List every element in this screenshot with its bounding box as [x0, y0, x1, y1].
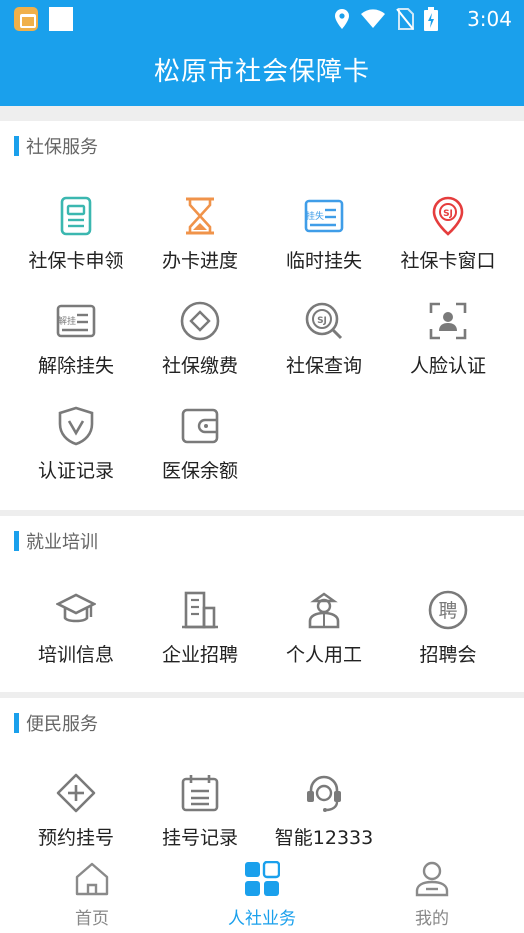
- service-card-window[interactable]: SJ 社保卡窗口: [386, 196, 510, 296]
- hourglass-icon: [186, 197, 214, 235]
- service-personal-hiring[interactable]: 个人用工: [262, 590, 386, 690]
- section-title: 就业培训: [26, 532, 98, 553]
- service-medical-balance[interactable]: 医保余额: [138, 406, 262, 506]
- tab-label: 首页: [75, 909, 109, 929]
- plus-diamond-icon: [56, 773, 96, 813]
- recruit-glyph: 聘: [438, 600, 457, 622]
- service-label: 社保卡窗口: [400, 250, 496, 272]
- service-label: 医保余额: [161, 460, 238, 482]
- service-card-apply[interactable]: 社保卡申领: [14, 196, 138, 296]
- service-label: 挂号记录: [161, 827, 238, 849]
- service-label: 解除挂失: [37, 355, 114, 377]
- wallet-icon: [181, 408, 219, 444]
- calendar-record-icon: [181, 775, 219, 812]
- section-header: 便民服务: [14, 712, 98, 735]
- service-label: 社保缴费: [161, 355, 238, 377]
- service-temp-loss[interactable]: 挂失 临时挂失: [262, 196, 386, 296]
- headset-service-icon: [307, 775, 341, 812]
- system-icons: [334, 6, 438, 32]
- section-convenience: 便民服务 预约挂号 挂号记录 智能12333: [0, 698, 524, 851]
- service-label: 个人用工: [285, 644, 362, 666]
- service-label: 社保查询: [285, 355, 362, 377]
- section-header-accent: [14, 531, 19, 551]
- search-icon: SJ: [305, 302, 343, 340]
- service-label: 预约挂号: [37, 827, 114, 849]
- service-label: 培训信息: [37, 644, 114, 666]
- card-apply-icon: [60, 196, 92, 236]
- section-header-accent: [14, 136, 19, 156]
- service-card-progress[interactable]: 办卡进度: [138, 196, 262, 296]
- service-label: 人脸认证: [409, 355, 486, 377]
- service-company-recruit[interactable]: 企业招聘: [138, 590, 262, 690]
- service-label: 企业招聘: [161, 644, 238, 666]
- face-scan-icon: [429, 302, 467, 340]
- section-social-security: 社保服务 社保卡申领 办卡进度 挂失 临时挂失 SJ 社保卡窗口 解挂 解除挂失…: [0, 121, 524, 510]
- pin-glyph: SJ: [443, 209, 453, 219]
- service-release-loss[interactable]: 解挂 解除挂失: [14, 301, 138, 401]
- tab-label: 我的: [415, 909, 449, 929]
- service-label: 办卡进度: [161, 250, 238, 272]
- worker-icon: [308, 592, 340, 629]
- status-time: 3:04: [467, 7, 512, 31]
- section-header: 就业培训: [14, 530, 98, 553]
- bottom-tab-bar: 首页 人社业务 我的: [0, 851, 524, 933]
- payment-diamond-icon: [180, 301, 220, 341]
- service-query[interactable]: SJ 社保查询: [262, 301, 386, 401]
- grid-apps-icon: [245, 861, 280, 896]
- service-label: 认证记录: [37, 460, 114, 482]
- tab-label: 人社业务: [228, 909, 296, 929]
- service-job-fair[interactable]: 聘 招聘会: [386, 590, 510, 690]
- card-glyph: 挂失: [306, 210, 324, 222]
- section-title: 社保服务: [26, 137, 98, 158]
- wifi-icon: [361, 9, 385, 28]
- title-bar: 松原市社会保障卡: [0, 38, 524, 106]
- graduation-cap-icon: [56, 593, 96, 623]
- service-payment[interactable]: 社保缴费: [138, 301, 262, 401]
- battery-charging-icon: [424, 7, 438, 31]
- section-header: 社保服务: [14, 135, 98, 158]
- section-title: 便民服务: [26, 714, 98, 735]
- building-icon: [182, 591, 218, 629]
- section-header-accent: [14, 713, 19, 733]
- recruit-badge-icon: 聘: [428, 590, 468, 630]
- status-bar: 3:04: [0, 0, 524, 38]
- service-label: 智能12333: [274, 827, 374, 849]
- notification-square-icon: [49, 7, 73, 31]
- search-glyph: SJ: [317, 316, 327, 326]
- tab-home[interactable]: 首页: [5, 851, 179, 933]
- user-icon: [415, 861, 449, 897]
- service-auth-records[interactable]: 认证记录: [14, 406, 138, 506]
- home-icon: [75, 862, 109, 896]
- section-employment-training: 就业培训 培训信息 企业招聘 个人用工 聘 招聘会: [0, 516, 524, 692]
- service-label: 社保卡申领: [28, 250, 124, 272]
- service-training-info[interactable]: 培训信息: [14, 590, 138, 690]
- temp-loss-card-icon: 挂失: [304, 199, 344, 233]
- service-label: 招聘会: [419, 644, 477, 666]
- release-loss-card-icon: 解挂: [56, 304, 96, 338]
- page-title: 松原市社会保障卡: [153, 57, 370, 87]
- service-label: 临时挂失: [285, 250, 362, 272]
- location-pin-icon: SJ: [432, 196, 464, 236]
- no-sim-icon: [396, 8, 414, 30]
- card-glyph: 解挂: [58, 315, 76, 327]
- tab-hr-services[interactable]: 人社业务: [175, 851, 349, 933]
- tab-me[interactable]: 我的: [345, 851, 519, 933]
- location-icon: [335, 9, 349, 29]
- service-face-auth[interactable]: 人脸认证: [386, 301, 510, 401]
- notification-app-icon: [14, 7, 38, 31]
- shield-check-icon: [58, 406, 94, 446]
